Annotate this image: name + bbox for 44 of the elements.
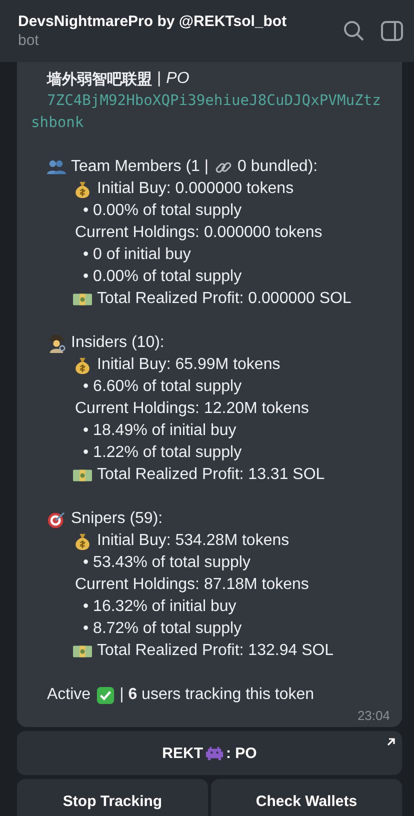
bullet-text: • 18.49% of initial buy <box>83 422 236 440</box>
section-title: Team Members (1 | <box>71 158 209 176</box>
token-name: 墙外弱智吧联盟 <box>47 70 152 88</box>
section-title: 0 bundled): <box>238 158 318 176</box>
token-symbol: PO <box>166 70 190 88</box>
search-icon[interactable] <box>342 19 366 43</box>
stat-text: Current Holdings: 87.18M tokens <box>75 576 309 594</box>
bullet-text: • 8.72% of total supply <box>83 620 242 638</box>
status-text: Active <box>47 686 91 704</box>
people-icon <box>47 158 66 176</box>
stat-text: Current Holdings: 0.000000 tokens <box>75 224 322 242</box>
stat-text: Initial Buy: 65.99M tokens <box>97 356 280 374</box>
check-icon <box>96 686 115 704</box>
bullet-text: • 53.43% of total supply <box>83 554 250 572</box>
stat-text: Total Realized Profit: 0.000000 SOL <box>97 290 352 308</box>
stat-text: Total Realized Profit: 132.94 SOL <box>97 642 334 660</box>
money-bag-icon <box>73 356 92 374</box>
stat-text: Initial Buy: 0.000000 tokens <box>97 180 294 198</box>
stat-text: Total Realized Profit: 13.31 SOL <box>97 466 325 484</box>
message-time: 23:04 <box>357 708 390 723</box>
chat-subtitle: bot <box>18 32 40 49</box>
bullet-text: • 0.00% of total supply <box>83 202 242 220</box>
detective-icon <box>47 334 66 352</box>
token-address[interactable]: 7ZC4BjM92HboXQPi39ehiueJ8CuDJQxPVMuZtzshbonk <box>31 90 383 134</box>
inline-button[interactable]: Stop Tracking <box>17 779 208 816</box>
section-title: Snipers (59): <box>71 510 163 528</box>
tracking-text: | 6 users tracking this token <box>120 686 314 704</box>
bullet-text: • 0 of initial buy <box>83 246 191 264</box>
chat-title: DevsNightmarePro by @REKTsol_bot <box>18 13 288 30</box>
rekt-link-button[interactable]: REKT : PO <box>17 731 402 775</box>
external-link-icon <box>386 737 396 747</box>
bullet-text: • 6.60% of total supply <box>83 378 242 396</box>
separator: | <box>157 70 162 88</box>
stat-text: Current Holdings: 12.20M tokens <box>75 400 309 418</box>
target-icon <box>47 510 66 528</box>
section-title: Insiders (10): <box>71 334 164 352</box>
bullet-text: • 1.22% of total supply <box>83 444 242 462</box>
bullet-text: • 16.32% of initial buy <box>83 598 236 616</box>
bullet-text: • 0.00% of total supply <box>83 268 242 286</box>
money-bag-icon <box>73 532 92 550</box>
sidebar-toggle-icon[interactable] <box>380 19 404 43</box>
money-bag-icon <box>73 180 92 198</box>
inline-button[interactable]: Check Wallets <box>211 779 402 816</box>
stat-text: Initial Buy: 534.28M tokens <box>97 532 290 550</box>
